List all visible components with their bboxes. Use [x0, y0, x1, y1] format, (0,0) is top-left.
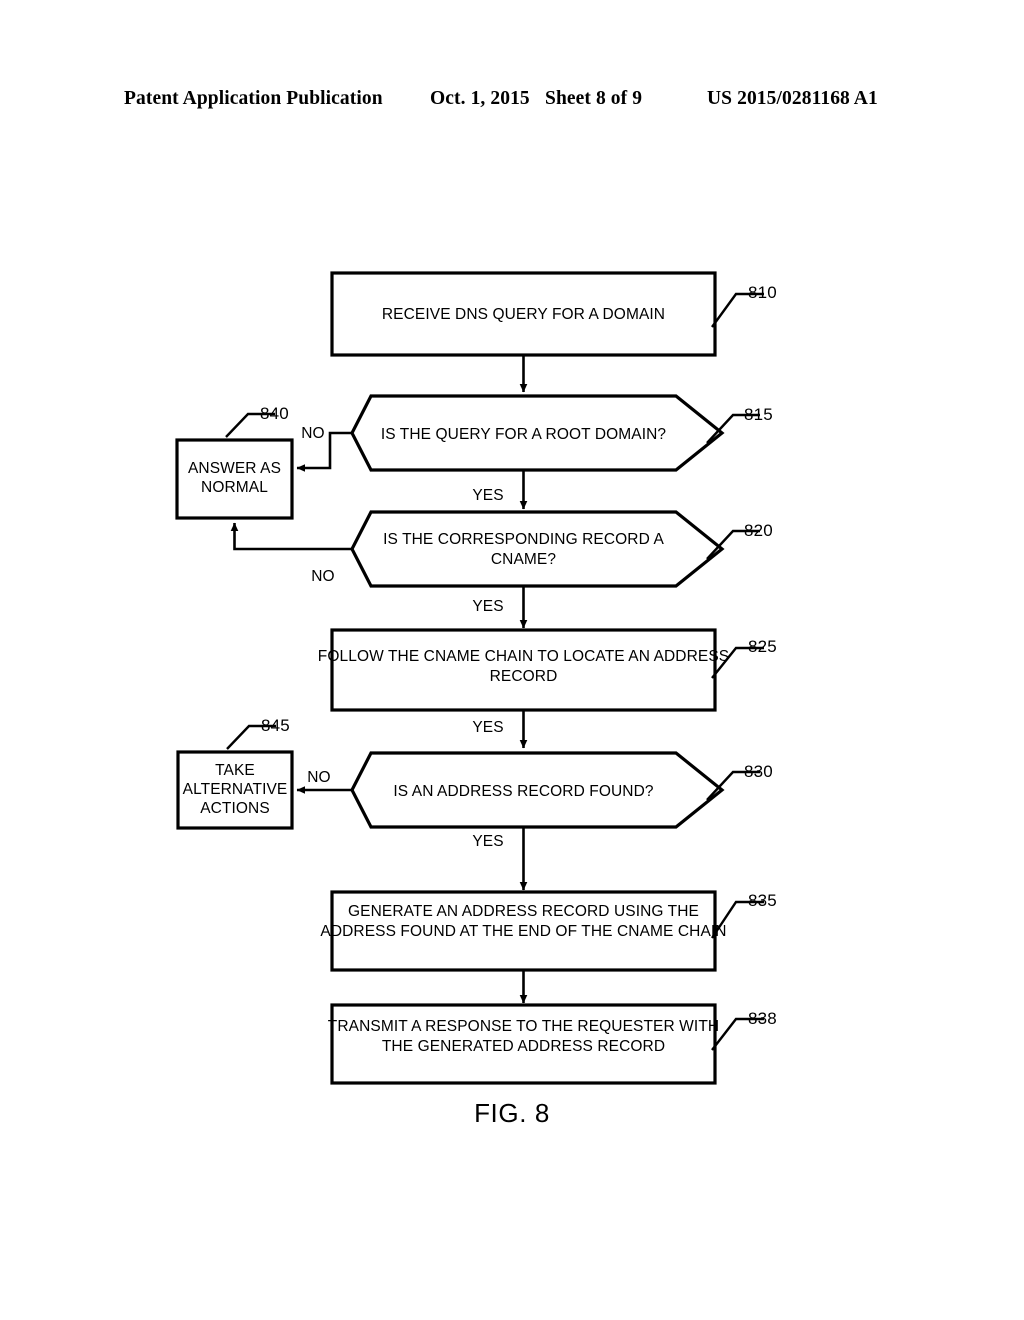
- branch-label-815-no: NO: [301, 425, 324, 442]
- node-825: FOLLOW THE CNAME CHAIN TO LOCATE AN ADDR…: [318, 628, 729, 712]
- node-840: ANSWER AS NORMAL: [175, 438, 294, 520]
- node-840-line-0: ANSWER AS: [188, 460, 281, 477]
- branch-label-830-yes: YES: [472, 833, 503, 850]
- node-835-line-1: ADDRESS FOUND AT THE END OF THE CNAME CH…: [320, 923, 726, 940]
- node-815: IS THE QUERY FOR A ROOT DOMAIN?: [350, 394, 725, 472]
- node-810-line-0: RECEIVE DNS QUERY FOR A DOMAIN: [382, 306, 665, 323]
- ref-leader-810: 810: [711, 283, 777, 328]
- ref-label-840: 840: [260, 404, 289, 423]
- node-810: RECEIVE DNS QUERY FOR A DOMAIN: [330, 271, 717, 357]
- ref-label-825: 825: [748, 637, 777, 656]
- node-838-line-1: THE GENERATED ADDRESS RECORD: [382, 1038, 665, 1055]
- node-820-line-0: IS THE CORRESPONDING RECORD A: [383, 531, 664, 548]
- node-845-line-0: TAKE: [215, 762, 255, 779]
- patent-figure-page: Patent Application Publication Oct. 1, 2…: [0, 0, 1024, 1320]
- figure-caption: FIG. 8: [474, 1098, 550, 1128]
- node-838: TRANSMIT A RESPONSE TO THE REQUESTER WIT…: [328, 1003, 719, 1085]
- node-820: IS THE CORRESPONDING RECORD A CNAME?: [350, 510, 725, 588]
- branch-label-825-yes: YES: [472, 719, 503, 736]
- branch-label-815-yes: YES: [472, 487, 503, 504]
- node-825-line-0: FOLLOW THE CNAME CHAIN TO LOCATE AN ADDR…: [318, 648, 729, 665]
- ref-label-820: 820: [744, 521, 773, 540]
- ref-leader-845: 845: [226, 716, 290, 750]
- ref-leader-840: 840: [225, 404, 289, 438]
- ref-label-835: 835: [748, 891, 777, 910]
- connector-820-no-840: [230, 522, 352, 551]
- node-840-line-1: NORMAL: [201, 479, 268, 496]
- node-825-line-1: RECORD: [490, 668, 558, 685]
- node-845-line-2: ACTIONS: [200, 800, 270, 817]
- ref-label-815: 815: [744, 405, 773, 424]
- node-835-line-0: GENERATE AN ADDRESS RECORD USING THE: [348, 903, 699, 920]
- node-845: TAKE ALTERNATIVE ACTIONS: [176, 750, 294, 830]
- branch-label-830-no: NO: [307, 769, 330, 786]
- ref-label-845: 845: [261, 716, 290, 735]
- branch-label-820-yes: YES: [472, 598, 503, 615]
- ref-leader-838: 838: [711, 1009, 777, 1051]
- ref-label-830: 830: [744, 762, 773, 781]
- branch-label-820-no: NO: [311, 568, 334, 585]
- node-820-line-1: CNAME?: [491, 551, 556, 568]
- ref-label-838: 838: [748, 1009, 777, 1028]
- ref-label-810: 810: [748, 283, 777, 302]
- node-838-line-0: TRANSMIT A RESPONSE TO THE REQUESTER WIT…: [328, 1018, 719, 1035]
- node-835: GENERATE AN ADDRESS RECORD USING THE ADD…: [320, 890, 727, 972]
- node-815-line-0: IS THE QUERY FOR A ROOT DOMAIN?: [381, 426, 667, 443]
- node-830: IS AN ADDRESS RECORD FOUND?: [350, 751, 725, 829]
- node-845-line-1: ALTERNATIVE: [183, 781, 288, 798]
- node-830-line-0: IS AN ADDRESS RECORD FOUND?: [393, 783, 654, 800]
